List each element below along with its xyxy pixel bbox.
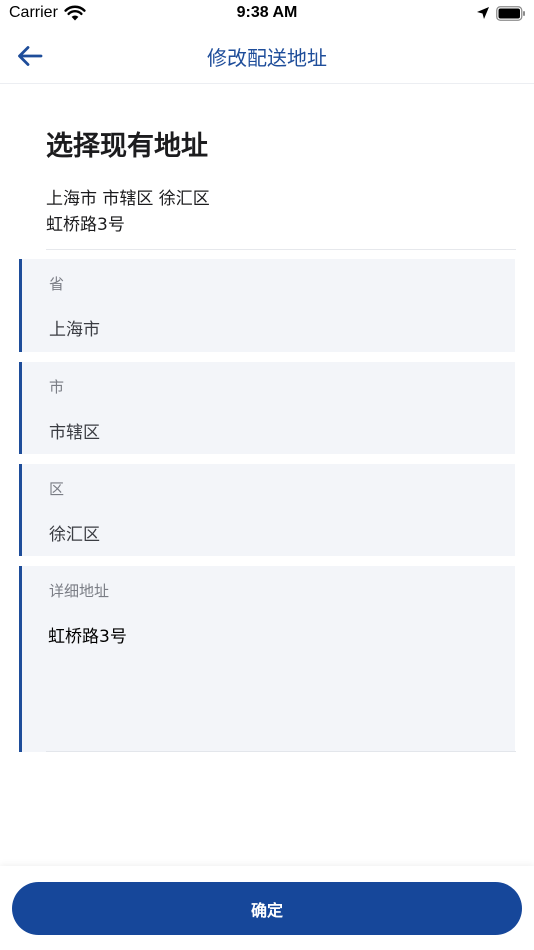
province-label: 省: [49, 275, 65, 293]
current-address-line1: 上海市 市辖区 徐汇区: [46, 189, 210, 209]
divider: [46, 249, 516, 250]
battery-icon: [496, 6, 525, 21]
province-field[interactable]: 省 上海市: [19, 259, 515, 352]
detail-address-input[interactable]: 虹桥路3号: [48, 622, 488, 732]
current-address[interactable]: 上海市 市辖区 徐汇区 虹桥路3号: [46, 186, 516, 238]
detail-address-label: 详细地址: [49, 582, 110, 600]
province-value: 上海市: [49, 320, 100, 340]
section-title: 选择现有地址: [46, 131, 208, 162]
screen: Carrier 9:38 AM 修改配送地址 选择现有地址 上海市 市辖区 徐汇…: [0, 0, 534, 950]
district-label: 区: [49, 480, 65, 498]
nav-bar: 修改配送地址: [0, 30, 534, 84]
detail-address-field: 详细地址 虹桥路3号: [19, 566, 515, 752]
current-address-line2: 虹桥路3号: [46, 215, 125, 235]
bottom-bar: 确定: [0, 866, 534, 950]
district-field[interactable]: 区 徐汇区: [19, 464, 515, 556]
district-value: 徐汇区: [49, 525, 100, 545]
confirm-button[interactable]: 确定: [12, 882, 522, 935]
city-field[interactable]: 市 市辖区: [19, 362, 515, 454]
status-bar: Carrier 9:38 AM: [0, 0, 534, 30]
location-arrow-icon: [477, 7, 489, 19]
page-title: 修改配送地址: [207, 46, 327, 70]
clock: 9:38 AM: [236, 4, 298, 21]
field-divider: [46, 751, 516, 752]
city-value: 市辖区: [49, 423, 100, 443]
city-label: 市: [49, 378, 65, 396]
